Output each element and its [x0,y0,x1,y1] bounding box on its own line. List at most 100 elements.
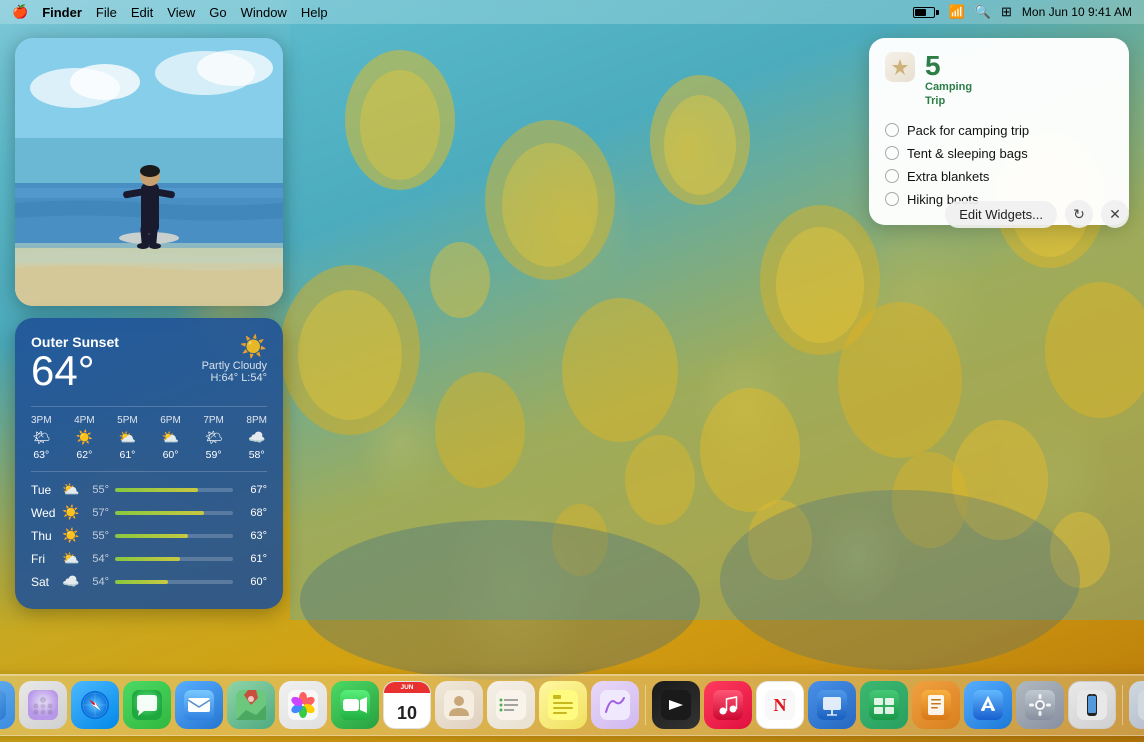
battery-indicator [913,7,939,18]
reminders-dock-icon-svg [496,690,526,720]
music-icon-svg [713,690,743,720]
menubar-right: 📶 🔍 ⊞ Mon Jun 10 9:41 AM [913,4,1132,20]
edit-widgets-button[interactable]: Edit Widgets... [945,201,1057,228]
dock-mail[interactable] [175,681,223,729]
reminder-checkbox-3[interactable] [885,169,899,183]
wifi-icon: 📶 [949,4,965,20]
reminder-item-3: Extra blankets [885,165,1113,188]
trash-icon-svg [1138,690,1144,720]
messages-icon-svg [132,690,162,720]
dock-messages[interactable] [123,681,171,729]
photo-widget [15,38,283,306]
control-center-icon[interactable]: ⊞ [1001,4,1012,20]
weather-hi-lo: H:64° L:54° [202,372,267,384]
day-row-thu: Thu ☀️ 55° 63° [31,524,267,547]
numbers-icon-svg [869,690,899,720]
settings-icon-svg [1025,690,1055,720]
photo-widget-image [15,38,283,306]
apple-menu[interactable]: 🍎 [12,4,28,20]
dock-maps[interactable] [227,681,275,729]
launchpad-icon-svg [28,690,58,720]
window-menu[interactable]: Window [241,5,287,20]
reminders-list-name: CampingTrip [925,80,972,109]
daily-forecast: Tue ⛅ 55° 67° Wed ☀️ 57° 68° Thu ☀️ 55° … [31,471,267,593]
file-menu[interactable]: File [96,5,117,20]
notes-icon-svg [548,690,578,720]
hour-item-8pm: 8PM ☁️ 58° [246,415,267,461]
reminder-checkbox-2[interactable] [885,146,899,160]
finder-menu[interactable]: Finder [42,5,82,20]
dock-safari[interactable] [71,681,119,729]
freeform-icon-svg [600,690,630,720]
keynote-icon-svg [817,690,847,720]
facetime-icon-svg [340,690,370,720]
svg-text:N: N [774,695,787,715]
day-row-fri: Fri ⛅ 54° 61° [31,547,267,570]
dock-launchpad[interactable] [19,681,67,729]
weather-top-row: Outer Sunset 64° ☀️ Partly Cloudy H:64° … [31,334,267,396]
appstore-icon-svg: A [973,690,1003,720]
dock-finder[interactable] [0,681,15,729]
dock-news[interactable]: N [756,681,804,729]
dock-facetime[interactable] [331,681,379,729]
dock-notes[interactable] [539,681,587,729]
dock-numbers[interactable] [860,681,908,729]
view-menu[interactable]: View [167,5,195,20]
search-icon[interactable]: 🔍 [975,4,991,20]
hour-item-3pm: 3PM 🌤 63° [31,415,52,461]
iphone-mirroring-icon-svg [1077,690,1107,720]
reminder-text-1: Pack for camping trip [907,123,1029,138]
edit-menu[interactable]: Edit [131,5,153,20]
reminder-text-3: Extra blankets [907,169,989,184]
dock-pages[interactable] [912,681,960,729]
safari-icon-svg [80,690,110,720]
weather-sun-icon: ☀️ [240,334,267,360]
mail-icon-svg [184,690,214,720]
weather-condition-row: ☀️ Partly Cloudy H:64° L:54° [202,334,267,384]
hour-item-5pm: 5PM ⛅ 61° [117,415,138,461]
dock: JUN 10 [0,674,1144,736]
datetime: Mon Jun 10 9:41 AM [1022,5,1132,19]
dock-keynote[interactable] [808,681,856,729]
contacts-icon-svg [444,690,474,720]
reminder-item-1: Pack for camping trip [885,119,1113,142]
dock-reminders[interactable] [487,681,535,729]
dock-trash[interactable] [1129,681,1144,729]
reminder-text-2: Tent & sleeping bags [907,146,1028,161]
dock-photos[interactable] [279,681,327,729]
finder-icon-svg [0,690,6,720]
dock-freeform[interactable] [591,681,639,729]
menubar-left: 🍎 Finder File Edit View Go Window Help [12,4,328,20]
reminder-checkbox-4[interactable] [885,192,899,206]
weather-temp: 64° [31,350,119,392]
hourly-forecast: 3PM 🌤 63° 4PM ☀️ 62° 5PM ⛅ 61° 6PM ⛅ 60°… [31,406,267,461]
pages-icon-svg [921,690,951,720]
reminders-count: 5 [925,52,972,80]
dock-iphone-mirroring[interactable] [1068,681,1116,729]
close-button[interactable]: ✕ [1101,200,1129,228]
dock-contacts[interactable] [435,681,483,729]
dock-settings[interactable] [1016,681,1064,729]
go-menu[interactable]: Go [209,5,226,20]
menubar: 🍎 Finder File Edit View Go Window Help 📶… [0,0,1144,24]
dock-separator [645,685,646,725]
reminders-widget: 5 CampingTrip Pack for camping trip Tent… [869,38,1129,225]
dock-calendar[interactable]: JUN 10 [383,681,431,729]
maps-icon-svg [236,690,266,720]
dock-appletv[interactable] [652,681,700,729]
reminder-item-2: Tent & sleeping bags [885,142,1113,165]
rotate-button[interactable]: ↻ [1065,200,1093,228]
hour-item-6pm: 6PM ⛅ 60° [160,415,181,461]
photos-icon-svg [288,690,318,720]
appletv-icon-svg [661,690,691,720]
day-row-wed: Wed ☀️ 57° 68° [31,501,267,524]
help-menu[interactable]: Help [301,5,328,20]
day-row-sat: Sat ☁️ 54° 60° [31,570,267,593]
calendar-date: 10 [384,703,430,724]
reminder-checkbox-1[interactable] [885,123,899,137]
reminders-icon-svg [890,57,910,77]
weather-condition: Partly Cloudy [202,360,267,372]
edit-widgets-bar: Edit Widgets... ↻ ✕ [945,200,1129,228]
dock-music[interactable] [704,681,752,729]
dock-appstore[interactable]: A [964,681,1012,729]
